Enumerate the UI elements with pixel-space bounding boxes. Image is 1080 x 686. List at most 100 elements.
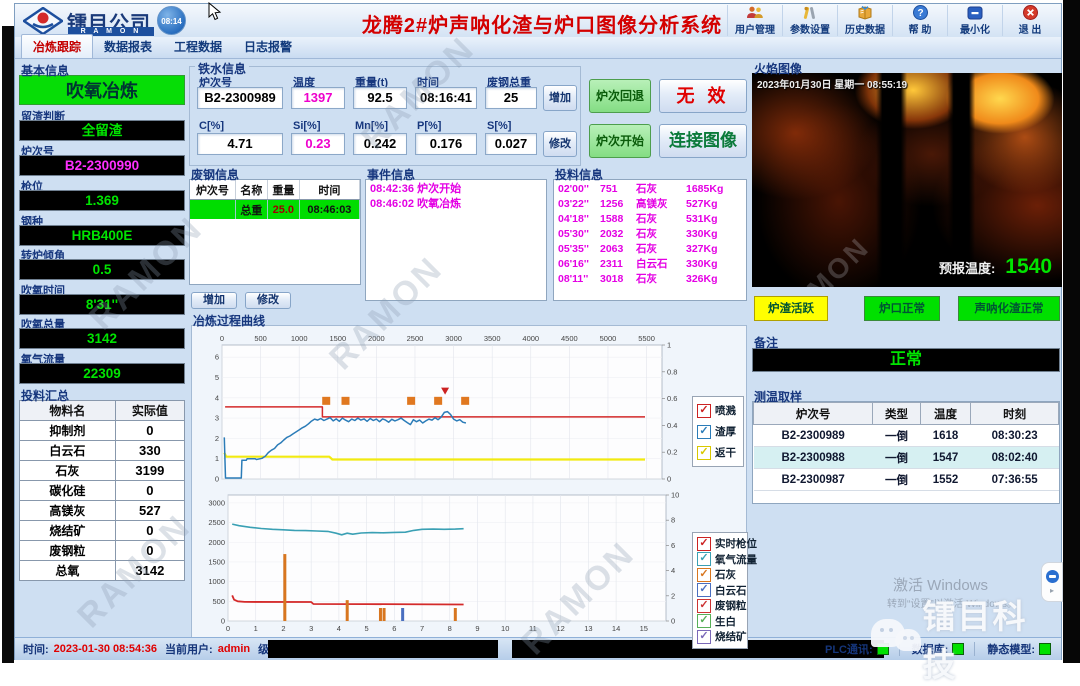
menu-tab-bar: 冶炼跟踪 数据报表 工程数据 日志报警 bbox=[15, 37, 1061, 59]
legend-label: 返干 bbox=[715, 445, 736, 460]
temperature-input[interactable]: 1397 bbox=[291, 87, 345, 109]
legend-checkbox[interactable]: ✓ bbox=[697, 404, 711, 418]
feeding-line: 05'30''2032石灰330Kg bbox=[558, 227, 742, 242]
legend-checkbox[interactable]: ✓ bbox=[697, 537, 711, 551]
modify-button[interactable]: 修改 bbox=[543, 131, 577, 157]
cell: 06'16'' bbox=[558, 257, 600, 272]
sonar-slag-normal-indicator[interactable]: 声呐化渣正常 bbox=[958, 296, 1060, 321]
weight-input[interactable]: 92.5 bbox=[353, 87, 407, 109]
header-bar: 镭目公司 R A M O N 08:14 龙腾2#炉声呐化渣与炉口图像分析系统 … bbox=[15, 4, 1061, 38]
svg-text:2: 2 bbox=[671, 591, 675, 600]
cell: 04'18'' bbox=[558, 212, 600, 227]
clock-badge: 08:14 bbox=[157, 6, 186, 35]
svg-text:0: 0 bbox=[671, 617, 675, 626]
tab-data-report[interactable]: 数据报表 bbox=[93, 35, 163, 58]
table-header-row: 炉次号类型温度时刻 bbox=[754, 403, 1059, 425]
exit-button[interactable]: 退 出 bbox=[1002, 5, 1057, 36]
cell: 烧结矿 bbox=[20, 521, 116, 541]
column-header: 温度 bbox=[920, 403, 970, 425]
legend-item[interactable]: ✓废钢粒 bbox=[697, 598, 743, 614]
sulfur-input[interactable]: 0.027 bbox=[485, 133, 537, 155]
tab-log-alarm[interactable]: 日志报警 bbox=[233, 35, 303, 58]
column-header: 类型 bbox=[873, 403, 920, 425]
svg-text:0: 0 bbox=[220, 334, 224, 343]
cell: 527 bbox=[115, 501, 184, 521]
users-icon bbox=[746, 5, 764, 20]
legend-item[interactable]: ✓氧气流量 bbox=[697, 552, 743, 568]
legend-checkbox[interactable]: ✓ bbox=[697, 552, 711, 566]
cell: 3018 bbox=[600, 272, 636, 287]
legend-item[interactable]: ✓渣厚 bbox=[697, 421, 739, 442]
legend-checkbox[interactable]: ✓ bbox=[697, 599, 711, 613]
legend-item[interactable]: ✓喷溅 bbox=[697, 400, 739, 421]
field-label: S[%] bbox=[487, 120, 511, 132]
heat-number-input[interactable]: B2-2300989 bbox=[197, 87, 283, 109]
scrap-total-input[interactable]: 25 bbox=[485, 87, 537, 109]
forecast-temp-label: 预报温度: bbox=[939, 258, 995, 277]
scrap-row[interactable]: 总重25.008:46:03 bbox=[190, 200, 360, 220]
mouse-cursor bbox=[208, 2, 222, 22]
svg-text:8: 8 bbox=[448, 624, 452, 633]
scrap-modify-button[interactable]: 修改 bbox=[245, 292, 291, 309]
cell: 石灰 bbox=[636, 272, 686, 287]
svg-text:14: 14 bbox=[612, 624, 620, 633]
scrap-table: 炉次号名称重量时间 总重25.008:46:03 bbox=[190, 180, 360, 219]
history-data-button[interactable]: 历史数据 bbox=[837, 5, 892, 36]
svg-text:4500: 4500 bbox=[561, 334, 578, 343]
legend-checkbox[interactable]: ✓ bbox=[697, 568, 711, 582]
material-row: 白云石330 bbox=[20, 441, 185, 461]
carbon-input[interactable]: 4.71 bbox=[197, 133, 283, 155]
silicon-input[interactable]: 0.23 bbox=[291, 133, 345, 155]
heat-start-button[interactable]: 炉次开始 bbox=[589, 124, 651, 158]
group-event-info: 事件信息 bbox=[367, 166, 415, 183]
forecast-temperature: 预报温度: 1540 bbox=[939, 255, 1052, 279]
cell: 05'30'' bbox=[558, 227, 600, 242]
chart-legend-bottom: ✓实时枪位✓氧气流量✓石灰✓白云石✓废钢粒✓生白✓烧结矿 bbox=[692, 532, 748, 649]
slag-active-indicator[interactable]: 炉渣活跃 bbox=[754, 296, 828, 321]
invalid-button[interactable]: 无 效 bbox=[659, 79, 747, 113]
feeding-line: 08'11''3018石灰326Kg bbox=[558, 272, 742, 287]
svg-text:0: 0 bbox=[226, 624, 230, 633]
legend-checkbox[interactable]: ✓ bbox=[697, 614, 711, 628]
legend-item[interactable]: ✓白云石 bbox=[697, 583, 743, 599]
sampling-row[interactable]: B2-2300987一倒155207:36:55 bbox=[754, 469, 1059, 491]
help-icon: ? bbox=[913, 5, 928, 20]
phosphorus-input[interactable]: 0.176 bbox=[415, 133, 477, 155]
tab-engineering-data[interactable]: 工程数据 bbox=[163, 35, 233, 58]
cell: 08'11'' bbox=[558, 272, 600, 287]
time-input[interactable]: 08:16:41 bbox=[415, 87, 477, 109]
legend-checkbox[interactable]: ✓ bbox=[697, 425, 711, 439]
cell: 08:46:03 bbox=[299, 200, 359, 220]
svg-text:2000: 2000 bbox=[368, 334, 385, 343]
svg-text:3: 3 bbox=[309, 624, 313, 633]
sampling-row[interactable]: B2-2300988一倒154708:02:40 bbox=[754, 447, 1059, 469]
tab-smelting-tracking[interactable]: 冶炼跟踪 bbox=[21, 34, 93, 58]
svg-text:9: 9 bbox=[475, 624, 479, 633]
legend-item[interactable]: ✓ 返干 bbox=[697, 442, 739, 463]
connect-image-button[interactable]: 连接图像 bbox=[659, 124, 747, 158]
legend-checkbox[interactable]: ✓ bbox=[697, 446, 711, 460]
legend-checkbox[interactable]: ✓ bbox=[697, 583, 711, 597]
legend-item[interactable]: ✓生白 bbox=[697, 614, 743, 630]
help-button[interactable]: ? 帮 助 bbox=[892, 5, 947, 36]
legend-item[interactable]: ✓烧结矿 bbox=[697, 629, 743, 645]
heat-rollback-button[interactable]: 炉次回退 bbox=[589, 79, 651, 113]
furnace-mouth-normal-indicator[interactable]: 炉口正常 bbox=[864, 296, 940, 321]
parameter-settings-button[interactable]: 参数设置 bbox=[782, 5, 837, 36]
cell: 330 bbox=[115, 441, 184, 461]
teamviewer-tab[interactable]: ▸ bbox=[1041, 562, 1063, 602]
user-management-button[interactable]: 用户管理 bbox=[727, 5, 782, 36]
manganese-input[interactable]: 0.242 bbox=[353, 133, 407, 155]
remark-label: 备注 bbox=[754, 334, 778, 351]
scrap-add-button[interactable]: 增加 bbox=[191, 292, 237, 309]
svg-text:7: 7 bbox=[420, 624, 424, 633]
legend-checkbox[interactable]: ✓ bbox=[697, 630, 711, 644]
minimize-button[interactable]: 最小化 bbox=[947, 5, 1002, 36]
sampling-row[interactable]: B2-2300989一倒161808:30:23 bbox=[754, 425, 1059, 447]
add-button[interactable]: 增加 bbox=[543, 85, 577, 111]
legend-item[interactable]: ✓实时枪位 bbox=[697, 536, 743, 552]
legend-item[interactable]: ✓石灰 bbox=[697, 567, 743, 583]
process-chart-bottom: 0500100015002000250030000123456789101112… bbox=[196, 489, 694, 637]
field-label: Si[%] bbox=[293, 120, 321, 132]
photo-edge-right bbox=[1063, 0, 1080, 663]
